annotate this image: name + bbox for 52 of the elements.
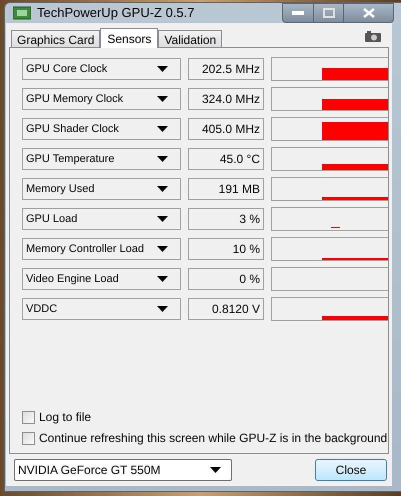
tab[interactable]: Validation xyxy=(158,30,222,47)
sensor-dropdown[interactable]: GPU Load xyxy=(22,208,181,230)
sensor-value: 0 % xyxy=(188,268,264,290)
sensor-dropdown[interactable]: Video Engine Load xyxy=(22,268,181,290)
caret-icon xyxy=(157,66,168,72)
sensor-value: 405.0 MHz xyxy=(188,118,264,140)
sensor-graph xyxy=(322,122,388,140)
checkbox[interactable] xyxy=(22,410,35,424)
caret-icon xyxy=(157,126,168,132)
minimize-icon xyxy=(292,11,304,15)
sensor-graph xyxy=(322,197,388,200)
sensor-value: 45.0 °C xyxy=(188,148,264,170)
maximize-icon xyxy=(322,8,334,18)
caret-icon xyxy=(210,467,221,473)
minimize-button[interactable] xyxy=(282,3,314,23)
sensor-value: 202.5 MHz xyxy=(188,58,264,80)
tab[interactable]: Sensors xyxy=(100,28,158,48)
sensor-value: 0.8120 V xyxy=(188,298,264,320)
checkbox-label: Continue refreshing this screen while GPU-Z is in the background xyxy=(39,430,388,447)
sensor-dropdown[interactable]: Memory Controller Load xyxy=(22,238,181,260)
caret-icon xyxy=(157,186,168,192)
camera-icon[interactable] xyxy=(365,31,381,42)
sensor-dropdown[interactable]: GPU Memory Clock xyxy=(22,88,181,110)
sensor-dropdown[interactable]: VDDC xyxy=(22,298,181,320)
sensor-value: 3 % xyxy=(188,208,264,230)
window-title: TechPowerUp GPU-Z 0.5.7 xyxy=(37,4,195,22)
sensor-dropdown[interactable]: GPU Core Clock xyxy=(22,58,181,80)
sensor-graph xyxy=(322,99,388,110)
checkbox-label: Log to file xyxy=(39,409,92,426)
close-icon xyxy=(362,8,374,18)
maximize-button[interactable] xyxy=(314,3,344,23)
sensor-dropdown[interactable]: GPU Temperature xyxy=(22,148,181,170)
caret-icon xyxy=(157,96,168,102)
caret-icon xyxy=(157,156,168,162)
sensor-graph xyxy=(322,68,388,80)
app-icon xyxy=(13,6,31,20)
sensor-dropdown[interactable]: GPU Shader Clock xyxy=(22,118,181,140)
checkbox[interactable] xyxy=(22,432,35,444)
sensor-graph xyxy=(322,316,388,320)
device-dropdown[interactable]: NVIDIA GeForce GT 550M xyxy=(14,459,232,481)
sensor-value: 10 % xyxy=(188,238,264,260)
sensor-value: 324.0 MHz xyxy=(188,88,264,110)
caret-icon xyxy=(157,246,168,252)
caret-icon xyxy=(157,276,168,282)
caret-icon xyxy=(157,306,168,312)
caret-icon xyxy=(157,216,168,222)
tab[interactable]: Graphics Card xyxy=(11,30,100,47)
sensor-graph xyxy=(322,164,388,170)
sensor-value: 191 MB xyxy=(188,178,264,200)
close-window-button[interactable] xyxy=(344,3,394,23)
sensor-dropdown[interactable]: Memory Used xyxy=(22,178,181,200)
close-button[interactable]: Close xyxy=(315,459,387,481)
